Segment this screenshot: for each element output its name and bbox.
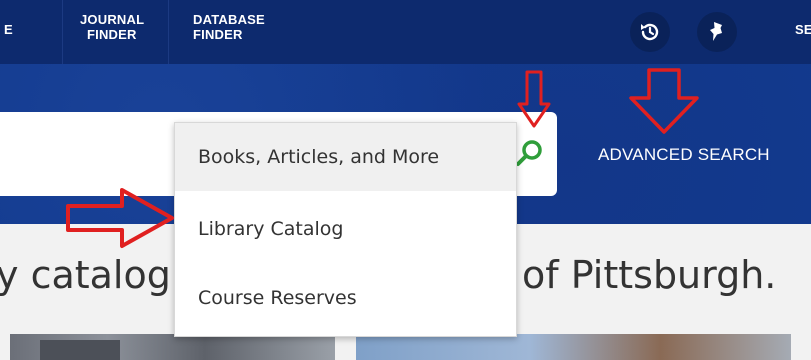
history-icon	[641, 23, 659, 41]
headline-text-right: of Pittsburgh.	[522, 253, 777, 297]
annotation-arrow-down-large-icon	[629, 68, 699, 134]
nav-item-partial-left[interactable]: E	[4, 22, 13, 37]
nav-journal-label-line2: FINDER	[87, 27, 137, 42]
search-icon	[516, 140, 542, 166]
search-button[interactable]	[513, 136, 547, 175]
nav-journal-finder[interactable]: JOURNAL FINDER	[80, 12, 144, 42]
nav-divider	[168, 0, 169, 64]
pushpin-icon	[710, 22, 722, 41]
dropdown-option-library-catalog[interactable]: Library Catalog	[175, 195, 516, 263]
nav-partial-right-label: SE	[795, 22, 811, 37]
dropdown-option-course-reserves[interactable]: Course Reserves	[175, 264, 516, 332]
advanced-search-link[interactable]: ADVANCED SEARCH	[598, 145, 770, 165]
annotation-arrow-right-icon	[66, 188, 174, 248]
annotation-arrow-down-icon	[517, 70, 551, 128]
nav-database-label-line2: FINDER	[193, 27, 243, 42]
nav-database-finder[interactable]: DATABASE FINDER	[193, 12, 265, 42]
feature-image-left[interactable]	[10, 334, 335, 360]
dropdown-option-books-articles[interactable]: Books, Articles, and More	[175, 123, 516, 191]
feature-image-right[interactable]	[356, 334, 791, 360]
headline-text-left: y catalog	[0, 253, 171, 297]
nav-partial-left-label: E	[4, 22, 13, 37]
nav-divider	[62, 0, 63, 64]
nav-database-label-line1: DATABASE	[193, 12, 265, 27]
history-button[interactable]	[630, 12, 670, 52]
nav-item-partial-right[interactable]: SE	[795, 22, 811, 37]
search-scope-dropdown: Books, Articles, and More Library Catalo…	[174, 122, 517, 337]
pin-button[interactable]	[697, 12, 737, 52]
nav-journal-label-line1: JOURNAL	[80, 12, 145, 27]
